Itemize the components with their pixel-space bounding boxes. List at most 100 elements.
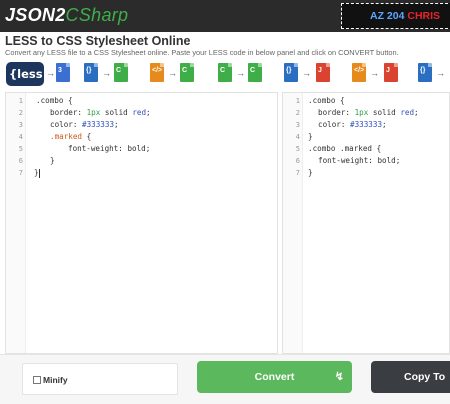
code-punct: ; (414, 108, 419, 117)
code-punct: } (308, 168, 313, 177)
line-number: 7 (295, 169, 300, 177)
code-selector: .marked (50, 132, 83, 141)
code-punct: } (308, 132, 313, 141)
xml-file-icon[interactable]: </> XML (150, 63, 164, 88)
arrow-right-icon: → (302, 68, 311, 78)
line-number: 3 (18, 121, 23, 129)
code-value: #333333 (350, 120, 383, 129)
logo-text-json2: JSON2 (5, 5, 66, 25)
line-number: 4 (295, 133, 300, 141)
xml-label: XML (355, 83, 365, 88)
line-number-gutter: 1 2 3 4 5 6 7 (283, 93, 303, 353)
line-number: 6 (18, 157, 23, 165)
line-number: 1 (18, 97, 23, 105)
css-output-editor[interactable]: 1 2 3 4 5 6 7 .combo { border: 1px solid… (282, 92, 450, 354)
copy-button-label: Copy To (404, 371, 446, 383)
java-file-icon[interactable]: J JAVA (316, 63, 330, 88)
logo-text-csharp: CSharp (65, 5, 129, 25)
xml-label: XML (153, 83, 163, 88)
line-number: 5 (18, 145, 23, 153)
copy-to-clipboard-button[interactable]: Copy To (371, 361, 450, 393)
arrow-right-icon: → (370, 68, 379, 78)
code-punct: ; (145, 144, 151, 153)
code-value: 1px (354, 108, 369, 117)
line-number: 7 (18, 169, 23, 177)
code-line: .combo { (36, 96, 73, 105)
line-number: 1 (295, 97, 300, 105)
java-file-icon[interactable]: J JAVA (384, 63, 398, 88)
top-navbar: JSON2CSharp AZ 204 CHRIS (0, 0, 450, 32)
code-punct: } (50, 156, 55, 165)
converter-icon-strip: {less} → 3 {} JSON → C </> XML → C C → C {… (0, 58, 450, 92)
promo-text-name: CHRIS (407, 10, 441, 22)
site-logo[interactable]: JSON2CSharp (5, 5, 128, 26)
code-punct: ; (146, 108, 151, 117)
csharp-file-icon[interactable]: C (218, 63, 232, 82)
code-value: solid (368, 108, 401, 117)
code-punct: ; (395, 156, 401, 165)
code-selector: .combo { (36, 96, 73, 105)
code-value: bold (377, 156, 396, 165)
xml-file-icon[interactable]: </> XML (352, 63, 366, 88)
code-line: } (308, 132, 313, 141)
convert-button-label: Convert (254, 371, 295, 383)
code-selector: .combo { (308, 96, 345, 105)
csharp-json-file-icon[interactable]: C (248, 63, 262, 82)
code-line: } (50, 156, 55, 165)
code-punct: { (82, 132, 92, 141)
arrow-right-icon: → (168, 68, 177, 78)
minify-checkbox[interactable] (33, 376, 41, 384)
code-property: color: (318, 120, 351, 129)
arrow-right-icon: → (436, 68, 445, 78)
code-line: color: #333333; (318, 120, 387, 129)
json-file-icon[interactable]: {} JSON (418, 63, 432, 88)
lightning-icon: ↯ (334, 371, 344, 383)
csharp-file-icon[interactable]: C (180, 63, 194, 82)
code-value: 1px (86, 108, 101, 117)
css3-file-icon[interactable]: 3 (56, 63, 70, 82)
json-file-icon[interactable]: {} JSON (84, 63, 98, 88)
csharp-file-icon[interactable]: C (114, 63, 128, 82)
arrow-right-icon: → (236, 68, 245, 78)
line-number: 3 (295, 121, 300, 129)
code-line: color: #333333; (50, 120, 119, 129)
code-property: border: (50, 108, 87, 117)
code-line: border: 1px solid red; (50, 108, 151, 117)
code-property: border: (318, 108, 355, 117)
java-label: JAVA (386, 83, 398, 88)
code-line: font-weight: bold; (68, 144, 150, 153)
code-property: font-weight: (68, 144, 128, 153)
page-title: LESS to CSS Stylesheet Online (5, 34, 191, 48)
line-number: 2 (295, 109, 300, 117)
json-label: JSON (86, 83, 98, 88)
line-number: 5 (295, 145, 300, 153)
code-value: red (400, 108, 415, 117)
json-file-icon[interactable]: {} JSON (284, 63, 298, 88)
page-subtitle: Convert any LESS file to a CSS Styleshee… (5, 48, 399, 57)
convert-button[interactable]: Convert ↯ (197, 361, 352, 393)
code-line: .combo .marked { (308, 144, 381, 153)
java-label: JAVA (318, 83, 330, 88)
code-value: solid (100, 108, 133, 117)
minify-option[interactable]: Minify (22, 363, 178, 395)
less-input-editor[interactable]: 1 2 3 4 5 6 7 .combo { border: 1px solid… (5, 92, 278, 354)
code-line: .combo { (308, 96, 345, 105)
code-property: color: (50, 120, 83, 129)
code-value: #333333 (82, 120, 115, 129)
line-number: 6 (295, 157, 300, 165)
line-number: 2 (18, 109, 23, 117)
code-line: } (308, 168, 313, 177)
code-value: bold (127, 144, 146, 153)
less-logo-icon[interactable]: {less} (6, 62, 51, 86)
line-number: 4 (18, 133, 23, 141)
line-number-gutter: 1 2 3 4 5 6 7 (6, 93, 26, 353)
code-property: font-weight: (318, 156, 378, 165)
code-punct: ; (382, 120, 387, 129)
promo-text-az204: AZ 204 (370, 10, 405, 22)
json-label: JSON (286, 83, 298, 88)
code-line: } (34, 168, 40, 178)
code-line: .marked { (50, 132, 91, 141)
promo-banner[interactable]: AZ 204 CHRIS (341, 3, 450, 29)
arrow-right-icon: → (102, 68, 111, 78)
code-line: border: 1px solid red; (318, 108, 419, 117)
